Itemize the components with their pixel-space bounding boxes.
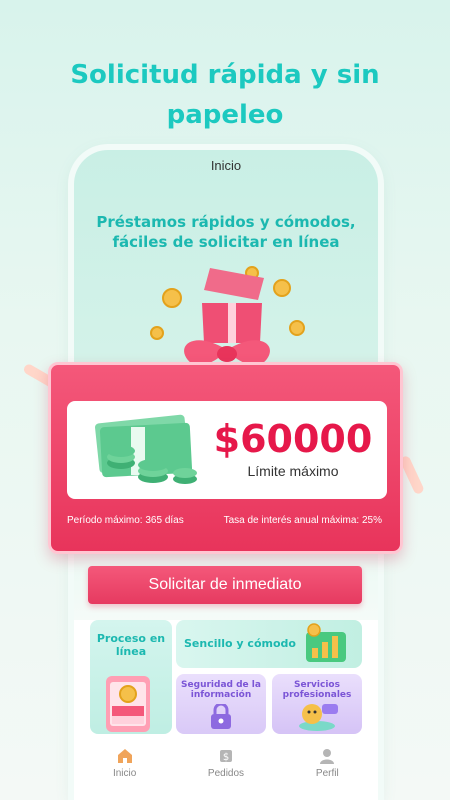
- feature-services-label: Servicios profesionales: [282, 680, 352, 700]
- max-rate-text: Tasa de interés anual máxima: 25%: [223, 515, 382, 526]
- headline: Solicitud rápida y sin papeleo: [0, 55, 450, 135]
- promo-line2: fáciles de solicitar en línea: [112, 233, 340, 251]
- screen-title: Inicio: [210, 158, 242, 173]
- tab-profile-label: Perfil: [315, 768, 339, 779]
- promo-text: Préstamos rápidos y cómodos, fáciles de …: [74, 212, 378, 252]
- feature-simple: Sencillo y cómodo: [176, 620, 362, 668]
- headline-line2: papeleo: [166, 100, 284, 130]
- apply-now-button[interactable]: Solicitar de inmediato: [88, 566, 362, 604]
- feature-online-label: Proceso en línea: [96, 632, 166, 658]
- max-amount-label: Límite máximo: [247, 463, 339, 479]
- tab-orders-label: Pedidos: [207, 768, 245, 779]
- bottom-tab-bar: Inicio $ Pedidos Perfil: [74, 740, 378, 800]
- orders-icon: $: [219, 750, 232, 763]
- cash-stack-icon: [95, 414, 197, 484]
- lock-icon: [211, 704, 231, 729]
- loan-card-inner: $60000 Límite máximo: [67, 401, 387, 499]
- feature-security-label: Seguridad de la información: [181, 680, 261, 700]
- profile-icon: [320, 749, 335, 764]
- svg-text:$: $: [223, 752, 229, 763]
- growth-chart-icon: [306, 623, 346, 662]
- headline-line1: Solicitud rápida y sin: [70, 60, 380, 90]
- gift-box-illustration: [150, 266, 305, 365]
- home-icon: [117, 749, 132, 763]
- promo-line1: Préstamos rápidos y cómodos,: [96, 213, 356, 231]
- tab-home[interactable]: Inicio: [80, 748, 170, 779]
- feature-simple-label: Sencillo y cómodo: [184, 637, 296, 650]
- tab-profile[interactable]: Perfil: [282, 748, 372, 779]
- phone-shop-icon: [106, 676, 150, 732]
- tab-orders[interactable]: $ Pedidos: [181, 748, 271, 779]
- max-term-text: Período máximo: 365 días: [67, 515, 184, 526]
- feature-online-process: Proceso en línea: [90, 620, 172, 734]
- loan-card: $60000 Límite máximo Período máximo: 365…: [48, 362, 403, 554]
- feature-security: Seguridad de la información: [176, 674, 266, 734]
- max-amount: $60000: [213, 417, 373, 461]
- support-chat-icon: [299, 704, 338, 731]
- tab-home-label: Inicio: [112, 768, 137, 779]
- feature-services: Servicios profesionales: [272, 674, 362, 734]
